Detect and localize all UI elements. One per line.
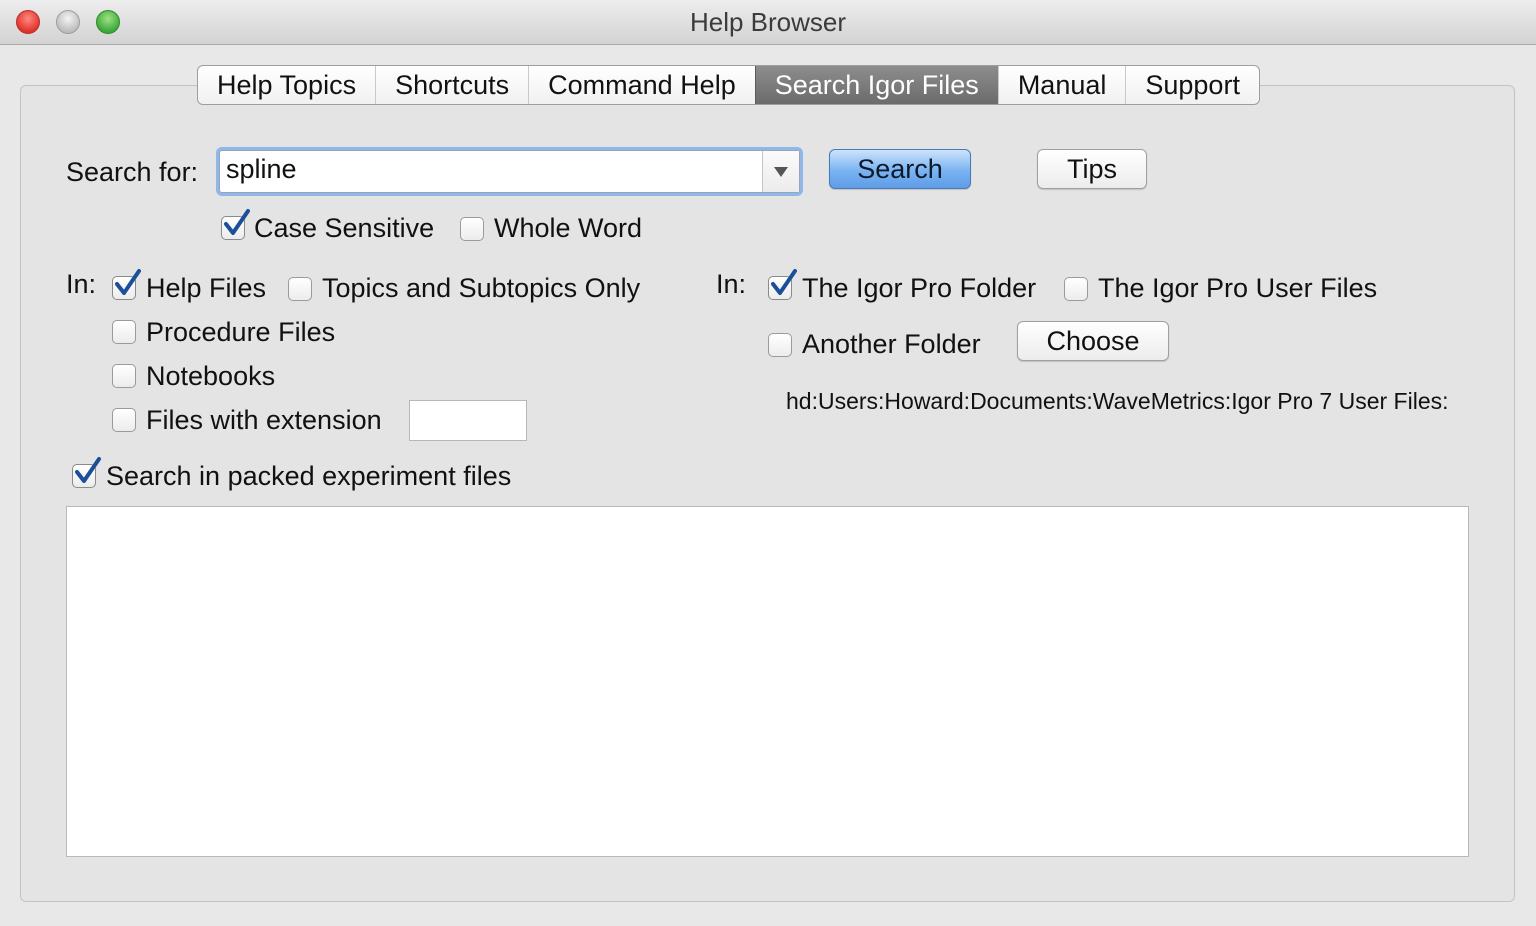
igor-pro-user-files-checkbox[interactable] bbox=[1064, 277, 1088, 301]
tab-shortcuts[interactable]: Shortcuts bbox=[375, 66, 528, 104]
window-title: Help Browser bbox=[689, 7, 847, 37]
topics-only-checkbox[interactable] bbox=[288, 277, 312, 301]
tab-bar: Help Topics Shortcuts Command Help Searc… bbox=[197, 65, 1260, 105]
checkmark-icon bbox=[115, 269, 141, 295]
case-sensitive-checkbox[interactable] bbox=[221, 209, 250, 240]
another-folder-checkbox[interactable] bbox=[768, 333, 792, 357]
checkmark-icon bbox=[771, 269, 797, 295]
packed-experiments-checkbox[interactable] bbox=[72, 457, 101, 488]
igor-pro-user-files-label: The Igor Pro User Files bbox=[1098, 273, 1378, 303]
tab-support[interactable]: Support bbox=[1125, 66, 1259, 104]
notebooks-checkbox[interactable] bbox=[112, 364, 136, 388]
title-bar: Help Browser bbox=[0, 0, 1536, 45]
tips-button[interactable]: Tips bbox=[1037, 149, 1147, 189]
tab-help-topics[interactable]: Help Topics bbox=[198, 66, 375, 104]
another-folder-label: Another Folder bbox=[802, 329, 981, 359]
files-with-extension-label: Files with extension bbox=[146, 405, 382, 435]
chevron-down-icon bbox=[774, 166, 788, 177]
packed-experiments-label: Search in packed experiment files bbox=[106, 461, 512, 491]
help-files-checkbox[interactable] bbox=[112, 269, 141, 300]
whole-word-checkbox[interactable] bbox=[460, 217, 484, 241]
notebooks-label: Notebooks bbox=[146, 361, 276, 391]
files-with-extension-checkbox[interactable] bbox=[112, 408, 136, 432]
in-file-types-label: In: bbox=[66, 269, 97, 299]
search-results-area[interactable] bbox=[66, 506, 1469, 857]
topics-only-label: Topics and Subtopics Only bbox=[322, 273, 641, 303]
igor-pro-folder-checkbox[interactable] bbox=[768, 269, 797, 300]
choose-folder-button[interactable]: Choose bbox=[1017, 321, 1169, 361]
procedure-files-checkbox[interactable] bbox=[112, 320, 136, 344]
in-folders-label: In: bbox=[716, 269, 747, 299]
search-history-dropdown[interactable] bbox=[762, 151, 799, 192]
checkmark-icon bbox=[224, 209, 250, 235]
tab-command-help[interactable]: Command Help bbox=[528, 66, 755, 104]
search-input[interactable] bbox=[226, 154, 756, 185]
igor-pro-folder-label: The Igor Pro Folder bbox=[802, 273, 1037, 303]
search-button[interactable]: Search bbox=[829, 149, 971, 189]
search-for-label: Search for: bbox=[66, 157, 199, 187]
folder-path-text: hd:Users:Howard:Documents:WaveMetrics:Ig… bbox=[786, 388, 1449, 414]
extension-input[interactable] bbox=[409, 400, 527, 441]
whole-word-label: Whole Word bbox=[494, 213, 643, 243]
tab-manual[interactable]: Manual bbox=[997, 66, 1126, 104]
checkmark-icon bbox=[75, 457, 101, 483]
search-combo-box bbox=[219, 150, 800, 193]
tab-search-igor-files[interactable]: Search Igor Files bbox=[754, 66, 998, 104]
procedure-files-label: Procedure Files bbox=[146, 317, 336, 347]
case-sensitive-label: Case Sensitive bbox=[254, 213, 435, 243]
help-files-label: Help Files bbox=[146, 273, 267, 303]
